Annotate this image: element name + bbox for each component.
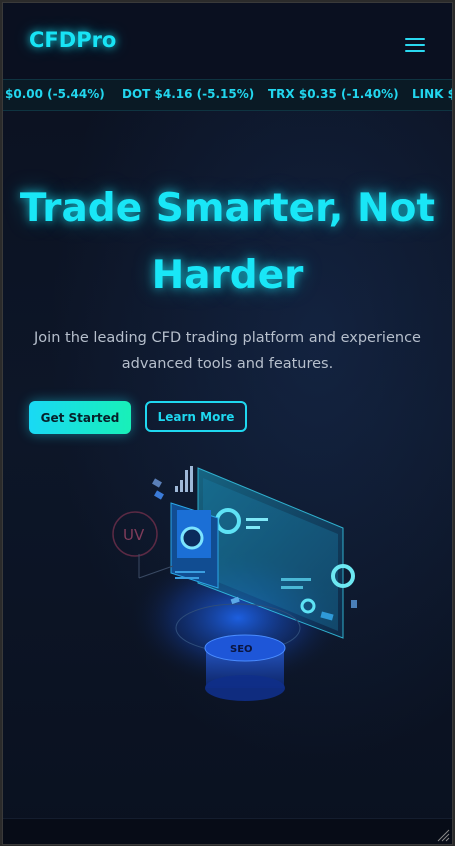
hero-illustration: UV SEO [112,466,357,701]
footer-bar [3,818,452,844]
ticker-item: TRX $0.35 (-1.40%) [268,87,399,101]
resize-grip-icon[interactable] [436,828,450,842]
seo-badge: SEO [230,644,253,655]
hero-subtitle: Join the leading CFD trading platform an… [33,325,422,377]
header: CFDPro [3,3,452,79]
price-ticker: $0.00 (-5.44%) DOT $4.16 (-5.15%) TRX $0… [3,79,452,111]
app-window: CFDPro $0.00 (-5.44%) DOT $4.16 (-5.15%)… [2,2,453,845]
ticker-item: $0.00 (-5.44%) [5,87,105,101]
uv-badge: UV [123,526,145,544]
hero-title-line: Harder [151,253,304,298]
hero-subtitle-line: Join the leading CFD trading platform an… [34,330,421,346]
get-started-button[interactable]: Get Started [29,401,131,434]
brand-logo[interactable]: CFDPro [29,28,116,52]
hero-title-line: Trade Smarter, Not [19,186,436,231]
ticker-item: LINK $2 [412,87,452,101]
learn-more-button[interactable]: Learn More [145,401,247,432]
hero-subtitle-line: advanced tools and features. [121,356,334,372]
hamburger-menu-icon[interactable] [405,38,425,52]
ticker-item: DOT $4.16 (-5.15%) [122,87,255,101]
hero-title: Trade Smarter, Not Harder [3,175,452,309]
